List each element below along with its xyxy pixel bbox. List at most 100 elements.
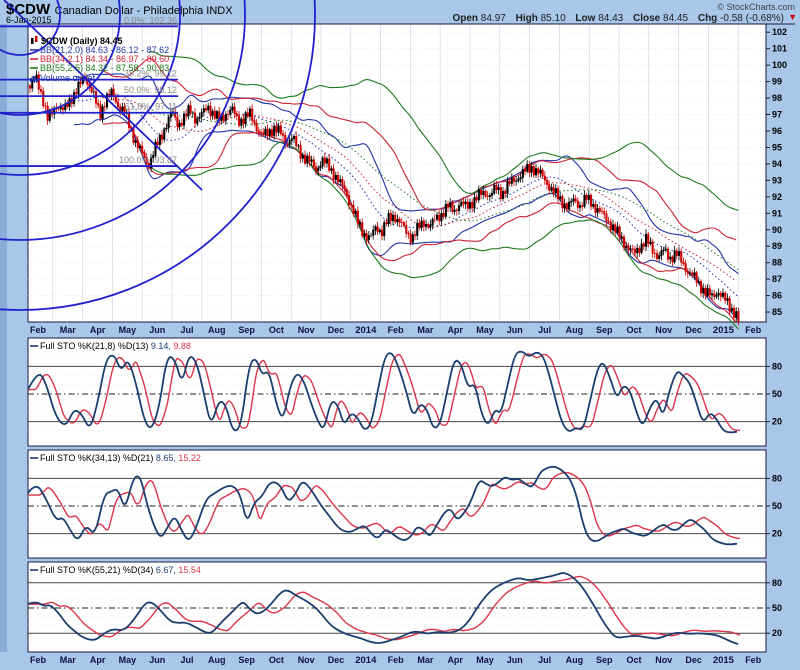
svg-text:Jun: Jun [149,325,165,335]
svg-text:Jul: Jul [180,655,193,665]
svg-text:80: 80 [772,361,782,371]
open-value: 84.97 [481,13,506,24]
chg-label: Chg [698,13,717,24]
main-legend-title: $CDW (Daily) 84.45 [41,36,123,46]
svg-text:Dec: Dec [328,655,345,665]
chart-canvas: 858687888990919293949596979899100101102F… [0,0,800,670]
svg-text:88: 88 [772,258,782,268]
svg-text:Oct: Oct [269,325,284,335]
candlestick-series [29,70,739,325]
svg-text:Oct: Oct [626,655,641,665]
svg-text:Aug: Aug [566,655,584,665]
chart-date: 6-Jan-2015 [6,15,52,25]
svg-text:97: 97 [772,110,782,120]
svg-text:Oct: Oct [269,655,284,665]
svg-text:Apr: Apr [90,325,106,335]
svg-text:98: 98 [772,93,782,103]
chg-down-triangle-icon: ▼ [788,12,797,22]
fib-level-label: 38.2%: 99.12 [124,69,177,79]
svg-text:20: 20 [772,417,782,427]
fib-level-label: 50.0%: 98.12 [124,85,177,95]
svg-text:Jun: Jun [507,325,523,335]
stoch-plot-area [28,338,766,446]
volume-legend: Volume undef [40,73,96,83]
svg-text:Apr: Apr [447,325,463,335]
candlestick-icon [31,36,38,44]
fib-arc [0,0,245,240]
low-value: 84.43 [598,13,623,24]
svg-text:Feb: Feb [745,325,762,335]
ohlc-row: Open 84.97 High 85.10 Low 84.43 Close 84… [445,13,784,24]
svg-text:86: 86 [772,291,782,301]
bb-legend-row: BB(34,2.1) 84.34 - 86.97 - 89.60 [40,54,169,64]
main-plot-area [28,24,766,322]
svg-text:Nov: Nov [655,655,672,665]
month-axis: FebMarAprMayJunJulAugSepOctNovDec2014Feb… [30,655,762,666]
svg-text:Jul: Jul [180,325,193,335]
copyright: © StockCharts.com [717,2,795,12]
stoch-legend: Full STO %K(55,21) %D(34) 6.67, 15.54 [40,565,201,575]
svg-text:Sep: Sep [238,325,255,335]
main-price-panel [28,24,795,651]
fib-level-label: 100.0%: 93.87 [119,155,177,165]
percent-k-line [28,352,737,433]
fib-arc [0,0,180,175]
stoch-panel-3: 80 50 20 Full STO %K(55,21) %D(34) 6.67, 15… [28,562,782,652]
svg-text:May: May [476,655,494,665]
svg-text:85: 85 [772,307,782,317]
stoch-legend: Full STO %K(34,13) %D(21) 8.65, 15.22 [40,453,201,463]
svg-text:Aug: Aug [208,325,226,335]
svg-text:Mar: Mar [417,655,434,665]
svg-text:Apr: Apr [447,655,463,665]
stoch-plot-area [28,562,766,652]
svg-text:92: 92 [772,192,782,202]
main-legend: $CDW (Daily) 84.45BB(21,2.0) 84.63 - 86.… [30,36,169,83]
symbol-name: Canadian Dollar - Philadelphia INDX [55,5,233,17]
svg-text:Dec: Dec [685,325,702,335]
svg-text:20: 20 [772,628,782,638]
month-axis: FebMarAprMayJunJulAugSepOctNovDec2014Feb… [30,325,762,336]
volume-bars-icon [30,76,38,82]
stoch-legend: Full STO %K(21,8) %D(13) 9.14, 9.88 [40,341,191,351]
svg-text:May: May [476,325,494,335]
svg-text:Mar: Mar [417,325,434,335]
stockcharts-page: $CDW Canadian Dollar - Philadelphia INDX… [0,0,800,670]
svg-text:102: 102 [772,27,787,37]
svg-text:May: May [119,325,137,335]
svg-text:Feb: Feb [388,655,405,665]
svg-text:50: 50 [772,389,782,399]
percent-k-line [28,467,737,545]
svg-text:87: 87 [772,274,782,284]
svg-text:2014: 2014 [355,325,377,336]
svg-text:Sep: Sep [238,655,255,665]
fib-arc [0,0,315,310]
svg-text:Aug: Aug [208,655,226,665]
percent-k-line [28,573,738,644]
high-label: High [516,13,538,24]
svg-text:Feb: Feb [30,655,47,665]
svg-text:Sep: Sep [596,325,613,335]
bollinger-bands [74,52,738,329]
svg-text:94: 94 [772,159,782,169]
bb-legend-row: BB(55,2.5) 84.32 - 87.58 - 90.83 [40,63,169,73]
svg-text:93: 93 [772,175,782,185]
svg-text:Mar: Mar [60,325,77,335]
close-label: Close [633,13,660,24]
price-axis-right: 858687888990919293949596979899100101102 [766,27,787,317]
svg-text:Nov: Nov [298,325,315,335]
svg-text:50: 50 [772,603,782,613]
chg-value: -0.58 (-0.68%) [720,13,784,24]
svg-text:Dec: Dec [685,655,702,665]
bb-legend-row: BB(21,2.0) 84.63 - 86.12 - 87.62 [40,45,169,55]
svg-text:50: 50 [772,501,782,511]
stoch-plot-area [28,450,766,558]
stoch-panel-2: 805020Full STO %K(34,13) %D(21) 8.65, 15… [28,450,782,558]
svg-text:2015: 2015 [713,325,735,336]
svg-text:96: 96 [772,126,782,136]
svg-text:Aug: Aug [566,325,584,335]
svg-text:Jul: Jul [538,655,551,665]
svg-text:80: 80 [772,578,782,588]
svg-text:95: 95 [772,142,782,152]
svg-text:Mar: Mar [60,655,77,665]
percent-d-line [28,354,740,431]
